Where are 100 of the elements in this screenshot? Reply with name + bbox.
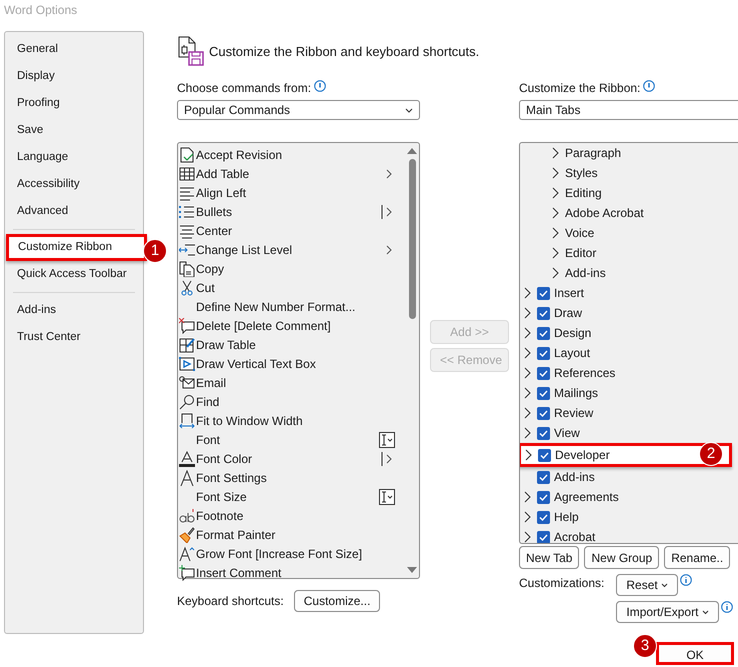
ribbon-item[interactable]: Acrobat: [554, 530, 596, 543]
chevron-right-icon[interactable]: [523, 287, 533, 299]
sidebar-item[interactable]: Language: [7, 144, 141, 171]
ribbon-item[interactable]: Draw: [554, 306, 582, 320]
checkbox[interactable]: [537, 366, 550, 380]
ribbon-action-button[interactable]: Rename..: [664, 546, 730, 569]
command-item[interactable]: Grow Font [Increase Font Size]: [196, 546, 362, 560]
sidebar-item[interactable]: General: [7, 36, 141, 63]
checkbox[interactable]: [538, 448, 551, 462]
chevron-right-icon[interactable]: [523, 387, 533, 399]
command-item[interactable]: Find: [196, 394, 220, 408]
ribbon-item[interactable]: Mailings: [554, 386, 598, 400]
ribbon-item[interactable]: References: [554, 366, 616, 380]
command-item[interactable]: Format Painter: [196, 528, 276, 542]
checkbox[interactable]: [537, 306, 550, 320]
checkbox[interactable]: [537, 490, 550, 504]
command-item[interactable]: Font Color: [196, 452, 252, 466]
checkbox[interactable]: [537, 470, 550, 484]
command-item[interactable]: Footnote: [196, 508, 244, 522]
ribbon-item[interactable]: Paragraph: [565, 146, 622, 160]
command-item[interactable]: Define New Number Format...: [196, 300, 356, 314]
ribbon-dropdown[interactable]: Main Tabs: [519, 100, 738, 120]
chevron-right-icon[interactable]: [523, 407, 533, 419]
commands-dropdown[interactable]: Popular Commands: [177, 100, 420, 120]
sidebar-item[interactable]: Add-ins: [7, 297, 141, 324]
info-icon[interactable]: [314, 80, 326, 92]
ribbon-item[interactable]: Layout: [554, 346, 590, 360]
selected-row[interactable]: Developer 2: [520, 443, 732, 467]
sidebar-item[interactable]: Quick Access Toolbar: [7, 261, 141, 288]
command-item[interactable]: Align Left: [196, 186, 246, 200]
ribbon-item[interactable]: Add-ins: [565, 266, 606, 280]
customize-button[interactable]: Customize...: [294, 590, 380, 612]
chevron-right-icon[interactable]: [524, 449, 534, 461]
command-item[interactable]: Font: [196, 432, 220, 446]
ribbon-item[interactable]: Help: [554, 510, 579, 524]
command-item[interactable]: Insert Comment: [196, 566, 282, 580]
command-item[interactable]: Email: [196, 376, 226, 390]
ok-button[interactable]: OK: [656, 642, 734, 665]
chevron-right-icon[interactable]: [523, 427, 533, 439]
checkbox[interactable]: [537, 386, 550, 400]
ribbon-item[interactable]: Voice: [565, 226, 594, 240]
chevron-right-icon[interactable]: [523, 327, 533, 339]
command-item[interactable]: Font Settings: [196, 470, 267, 484]
chevron-right-icon[interactable]: [551, 207, 561, 219]
sidebar-item[interactable]: Trust Center: [7, 324, 141, 351]
chevron-right-icon[interactable]: [523, 307, 533, 319]
command-item[interactable]: Delete [Delete Comment]: [196, 318, 331, 332]
ribbon-item[interactable]: Editor: [565, 246, 596, 260]
command-item[interactable]: Change List Level: [196, 242, 292, 256]
info-icon[interactable]: [680, 574, 692, 586]
chevron-right-icon[interactable]: [523, 491, 533, 503]
command-item[interactable]: Draw Table: [196, 338, 256, 352]
chevron-right-icon[interactable]: [551, 267, 561, 279]
chevron-right-icon[interactable]: [523, 511, 533, 523]
command-item[interactable]: Accept Revision: [196, 148, 282, 162]
command-item[interactable]: Bullets: [196, 204, 232, 218]
ribbon-item[interactable]: Insert: [554, 286, 584, 300]
command-item[interactable]: Copy: [196, 262, 224, 276]
ribbon-item[interactable]: Adobe Acrobat: [565, 206, 644, 220]
scroll-up-icon[interactable]: [407, 147, 417, 155]
ribbon-item[interactable]: Design: [554, 326, 592, 340]
info-icon[interactable]: [720, 601, 733, 613]
checkbox[interactable]: [537, 286, 550, 300]
checkbox[interactable]: [537, 346, 550, 360]
checkbox[interactable]: [537, 510, 550, 524]
sidebar-item[interactable]: Customize Ribbon: [6, 234, 147, 261]
ribbon-item[interactable]: Add-ins: [554, 470, 595, 484]
chevron-right-icon[interactable]: [551, 167, 561, 179]
chevron-right-icon[interactable]: [523, 531, 533, 543]
chevron-right-icon[interactable]: [551, 227, 561, 239]
sidebar-item[interactable]: Save: [7, 117, 141, 144]
ribbon-item[interactable]: View: [554, 426, 580, 440]
command-item[interactable]: Fit to Window Width: [196, 414, 303, 428]
sidebar-item[interactable]: Accessibility: [7, 171, 141, 198]
import-export-button[interactable]: Import/Export: [616, 601, 719, 623]
sidebar-item[interactable]: Proofing: [7, 90, 141, 117]
chevron-right-icon[interactable]: [551, 147, 561, 159]
ribbon-item[interactable]: Agreements: [554, 490, 619, 504]
sidebar-item[interactable]: Advanced: [7, 198, 141, 225]
ribbon-action-button[interactable]: New Tab: [519, 546, 580, 569]
chevron-right-icon[interactable]: [523, 367, 533, 379]
command-item[interactable]: Cut: [196, 280, 215, 294]
scroll-down-icon[interactable]: [407, 566, 417, 574]
ribbon-action-button[interactable]: New Group: [584, 546, 660, 569]
reset-button[interactable]: Reset: [616, 574, 678, 596]
sidebar-item[interactable]: Display: [7, 63, 141, 90]
command-item[interactable]: Add Table: [196, 166, 250, 180]
command-item[interactable]: Center: [196, 224, 232, 238]
info-icon[interactable]: [643, 80, 656, 92]
chevron-right-icon[interactable]: [551, 187, 561, 199]
ribbon-item[interactable]: Editing: [565, 186, 602, 200]
chevron-right-icon[interactable]: [551, 247, 561, 259]
chevron-right-icon[interactable]: [523, 347, 533, 359]
checkbox[interactable]: [537, 326, 550, 340]
ribbon-item[interactable]: Styles: [565, 166, 598, 180]
checkbox[interactable]: [537, 530, 550, 543]
command-item[interactable]: Font Size: [196, 490, 247, 504]
ribbon-item[interactable]: Developer: [555, 448, 610, 462]
ribbon-item[interactable]: Review: [554, 406, 594, 420]
checkbox[interactable]: [537, 426, 550, 440]
